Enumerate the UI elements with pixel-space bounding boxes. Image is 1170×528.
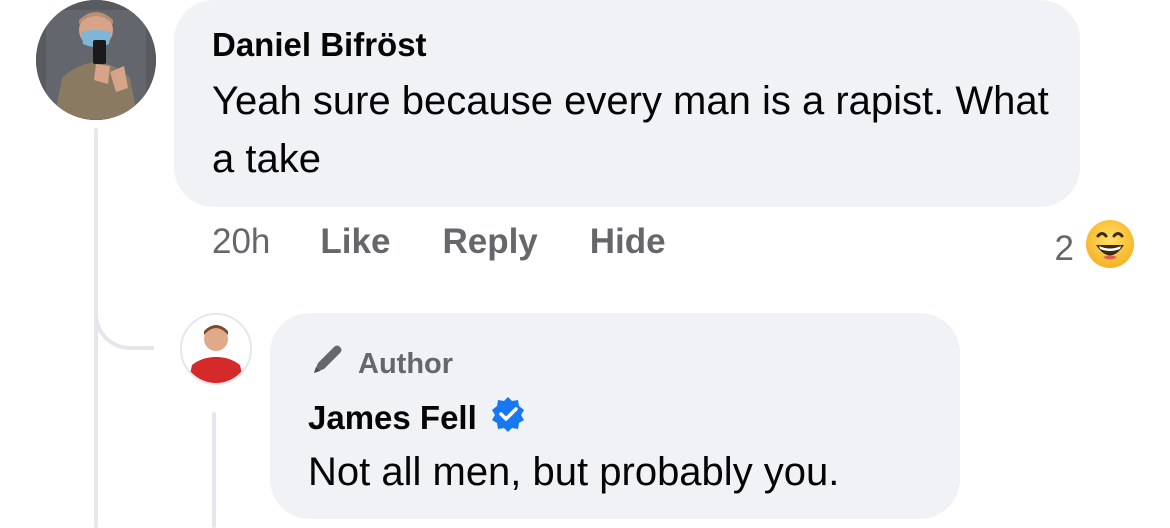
comment-author-name[interactable]: Daniel Bifröst — [212, 26, 427, 64]
reaction-summary[interactable]: 2 — [1055, 218, 1136, 279]
reply-button[interactable]: Reply — [442, 222, 537, 262]
avatar-daniel[interactable] — [36, 0, 156, 120]
comment-thread: Daniel Bifröst Yeah sure because every m… — [0, 0, 1170, 528]
reply-bubble: Author James Fell Not all men, but proba… — [270, 313, 960, 519]
laughing-emoji-icon — [1084, 218, 1136, 279]
author-badge-label: Author — [358, 347, 454, 380]
reply-author-name[interactable]: James Fell — [308, 399, 477, 437]
comment-text: Yeah sure because every man is a rapist.… — [212, 79, 1049, 181]
avatar-photo — [36, 0, 156, 120]
hide-button[interactable]: Hide — [590, 222, 666, 262]
verified-badge-icon — [489, 395, 527, 441]
comment-actions: 20h Like Reply Hide — [212, 222, 718, 262]
avatar-james[interactable] — [180, 313, 252, 385]
reaction-count: 2 — [1054, 228, 1074, 268]
author-badge: Author — [308, 341, 453, 387]
thread-connector — [94, 290, 154, 350]
reply-author-name-row: James Fell — [308, 395, 527, 441]
comment-bubble: Daniel Bifröst Yeah sure because every m… — [174, 0, 1080, 207]
pen-icon — [308, 341, 358, 387]
comment-timestamp[interactable]: 20h — [212, 222, 270, 262]
reply-text: Not all men, but probably you. — [308, 450, 840, 494]
like-button[interactable]: Like — [320, 222, 390, 262]
avatar-photo — [182, 315, 250, 383]
reply-thread-line — [212, 412, 216, 528]
